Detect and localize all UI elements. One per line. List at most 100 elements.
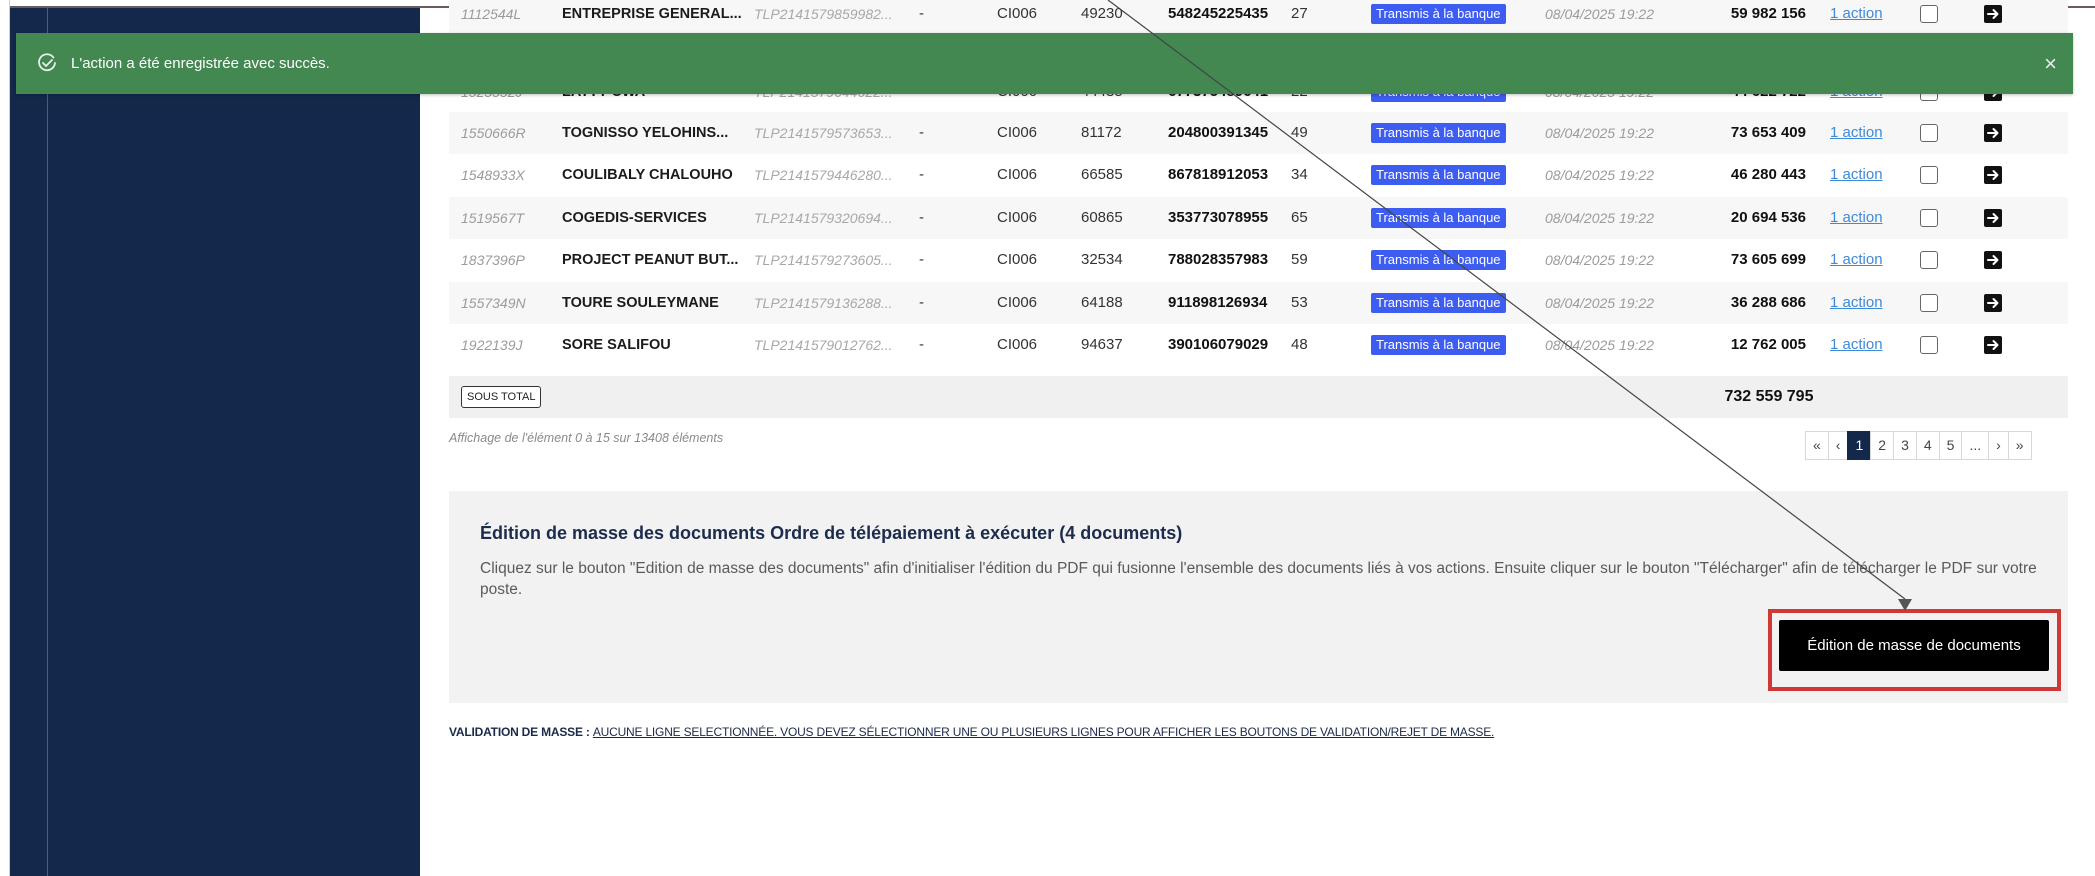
window-left-border bbox=[0, 0, 10, 876]
row-open-cell bbox=[1984, 197, 2004, 239]
status-badge: Transmis à la banque bbox=[1371, 335, 1506, 356]
page-last-button[interactable]: » bbox=[2007, 431, 2032, 460]
row-status-cell: Transmis à la banque bbox=[1371, 324, 1511, 366]
row-date: 08/04/2025 19:22 bbox=[1545, 337, 1654, 353]
row-select-cell bbox=[1920, 0, 1940, 35]
row-account: 204800391345 bbox=[1168, 124, 1269, 141]
row-reference: TLP2141579012762... bbox=[754, 337, 893, 353]
status-badge: Transmis à la banque bbox=[1371, 165, 1506, 186]
mass-edit-panel: Édition de masse des documents Ordre de … bbox=[449, 491, 2068, 703]
row-open-cell bbox=[1984, 324, 2004, 366]
row-code: CI006 bbox=[997, 336, 1038, 353]
row-reference: TLP2141579859982... bbox=[754, 6, 893, 22]
row-action-link[interactable]: 1 action bbox=[1830, 294, 1883, 311]
toast-message: L'action a été enregistrée avec succès. bbox=[71, 55, 330, 72]
row-code: CI006 bbox=[997, 209, 1038, 226]
mass-edit-title: Édition de masse des documents Ordre de … bbox=[480, 523, 1183, 543]
row-number: 66585 bbox=[1081, 166, 1123, 183]
mass-edit-button[interactable]: Édition de masse de documents bbox=[1779, 620, 2049, 671]
row-dash: - bbox=[919, 294, 924, 311]
row-days: 53 bbox=[1291, 294, 1308, 311]
row-days: 59 bbox=[1291, 251, 1308, 268]
row-open-cell bbox=[1984, 154, 2004, 196]
row-select-checkbox[interactable] bbox=[1920, 294, 1938, 313]
row-action-link[interactable]: 1 action bbox=[1830, 166, 1883, 183]
page-button-5[interactable]: 5 bbox=[1938, 431, 1963, 460]
row-beneficiary-name: ENTREPRISE GENERAL... bbox=[562, 6, 742, 22]
arrow-right-icon[interactable] bbox=[1984, 294, 2002, 313]
row-action-link[interactable]: 1 action bbox=[1830, 124, 1883, 141]
row-dash: - bbox=[919, 5, 924, 22]
row-amount: 73 605 699 bbox=[1730, 251, 1806, 268]
row-amount: 46 280 443 bbox=[1730, 166, 1806, 183]
row-action-cell: 1 action bbox=[1830, 239, 1900, 281]
close-icon[interactable]: × bbox=[2044, 33, 2057, 94]
row-number: 94637 bbox=[1081, 336, 1123, 353]
row-status-cell: Transmis à la banque bbox=[1371, 197, 1511, 239]
row-action-cell: 1 action bbox=[1830, 0, 1900, 35]
subtotal-value: 732 559 795 bbox=[1724, 388, 1814, 405]
row-dash: - bbox=[919, 336, 924, 353]
row-select-checkbox[interactable] bbox=[1920, 5, 1938, 24]
row-id: 1519567T bbox=[461, 210, 525, 226]
arrow-right-icon[interactable] bbox=[1984, 251, 2002, 270]
row-date: 08/04/2025 19:22 bbox=[1545, 252, 1654, 268]
row-select-checkbox[interactable] bbox=[1920, 166, 1938, 185]
mass-validation-notice: VALIDATION DE MASSE : AUCUNE LIGNE SELEC… bbox=[449, 725, 1494, 739]
row-reference: TLP2141579273605... bbox=[754, 252, 893, 268]
row-days: 49 bbox=[1291, 124, 1308, 141]
page-button-3[interactable]: 3 bbox=[1893, 431, 1917, 460]
table-row: 1837396P PROJECT PEANUT BUT... TLP21415792… bbox=[449, 239, 2068, 281]
row-select-checkbox[interactable] bbox=[1920, 251, 1938, 270]
pagination: « ‹ 1 2 3 4 5 ... › » bbox=[1805, 431, 2032, 460]
table-info-text: Affichage de l'élément 0 à 15 sur 13408 … bbox=[449, 431, 724, 445]
row-select-checkbox[interactable] bbox=[1920, 336, 1938, 355]
row-action-link[interactable]: 1 action bbox=[1830, 336, 1883, 353]
row-action-link[interactable]: 1 action bbox=[1830, 209, 1883, 226]
arrow-right-icon[interactable] bbox=[1984, 5, 2002, 24]
row-action-link[interactable]: 1 action bbox=[1830, 5, 1883, 22]
success-toast: L'action a été enregistrée avec succès. … bbox=[16, 33, 2073, 94]
status-badge: Transmis à la banque bbox=[1371, 4, 1506, 25]
row-reference: TLP2141579446280... bbox=[754, 167, 893, 183]
table-row: 1548933X COULIBALY CHALOUHO TLP21415794462… bbox=[449, 154, 2068, 196]
row-select-cell bbox=[1920, 282, 1940, 324]
row-code: CI006 bbox=[997, 124, 1038, 141]
table-row: 1519567T COGEDIS-SERVICES TLP2141579320694… bbox=[449, 197, 2068, 239]
row-code: CI006 bbox=[997, 251, 1038, 268]
row-reference: TLP2141579573653... bbox=[754, 125, 893, 141]
row-action-link[interactable]: 1 action bbox=[1830, 251, 1883, 268]
row-select-cell bbox=[1920, 197, 1940, 239]
row-amount: 20 694 536 bbox=[1730, 209, 1806, 226]
row-days: 48 bbox=[1291, 336, 1308, 353]
row-beneficiary-name: COULIBALY CHALOUHO bbox=[562, 167, 733, 183]
row-status-cell: Transmis à la banque bbox=[1371, 282, 1511, 324]
arrow-right-icon[interactable] bbox=[1984, 166, 2002, 185]
row-select-cell bbox=[1920, 154, 1940, 196]
arrow-right-icon[interactable] bbox=[1984, 336, 2002, 355]
arrow-right-icon[interactable] bbox=[1984, 124, 2002, 143]
page-button-2[interactable]: 2 bbox=[1870, 431, 1895, 460]
page-button-4[interactable]: 4 bbox=[1915, 431, 1940, 460]
row-status-cell: Transmis à la banque bbox=[1371, 154, 1511, 196]
row-select-checkbox[interactable] bbox=[1920, 209, 1938, 228]
row-account: 390106079029 bbox=[1168, 336, 1269, 353]
row-select-cell bbox=[1920, 112, 1940, 154]
row-dash: - bbox=[919, 166, 924, 183]
row-select-checkbox[interactable] bbox=[1920, 124, 1938, 143]
arrow-right-icon[interactable] bbox=[1984, 209, 2002, 228]
page-next-button[interactable]: › bbox=[1988, 431, 2009, 460]
row-beneficiary-name: PROJECT PEANUT BUT... bbox=[562, 252, 739, 268]
row-dash: - bbox=[919, 209, 924, 226]
row-number: 32534 bbox=[1081, 251, 1123, 268]
row-beneficiary-name: SORE SALIFOU bbox=[562, 337, 671, 353]
page-button-1[interactable]: 1 bbox=[1847, 431, 1872, 460]
page-prev-button[interactable]: ‹ bbox=[1827, 431, 1849, 460]
status-badge: Transmis à la banque bbox=[1371, 250, 1506, 271]
row-code: CI006 bbox=[997, 5, 1038, 22]
page-first-button[interactable]: « bbox=[1805, 431, 1829, 460]
mass-validation-label: VALIDATION DE MASSE : bbox=[449, 725, 590, 739]
row-status-cell: Transmis à la banque bbox=[1371, 0, 1511, 35]
row-open-cell bbox=[1984, 112, 2004, 154]
page-ellipsis[interactable]: ... bbox=[1961, 431, 1990, 460]
